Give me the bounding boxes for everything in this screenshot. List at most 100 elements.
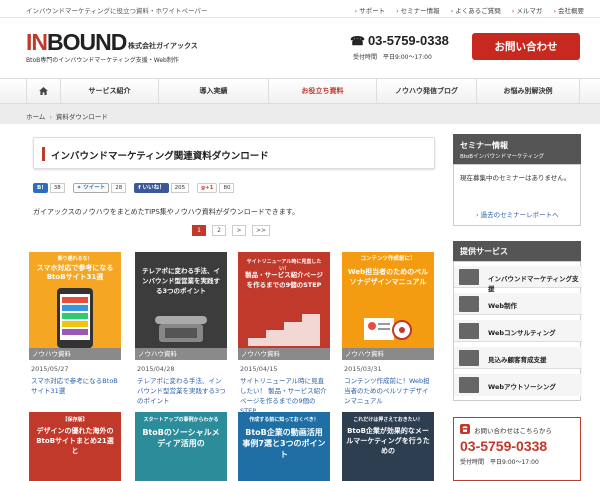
thumb-title: 製品・サービス紹介ページを作るまでの9個のSTEP bbox=[245, 271, 323, 289]
breadcrumb-sep: › bbox=[49, 113, 52, 121]
page-title: インバウンドマーケティング関連資料ダウンロード bbox=[51, 151, 269, 162]
top-link-seminar[interactable]: › セミナー情報 bbox=[396, 5, 440, 15]
site-tagline: インバウンドマーケティングに役立つ資料・ホワイトペーパー bbox=[26, 7, 208, 15]
top-link-label: 会社概要 bbox=[558, 7, 584, 15]
thumb-top: 作成する前に知っておくべき！ bbox=[249, 417, 319, 423]
nav-blog[interactable]: ノウハウ発信ブログ bbox=[376, 79, 476, 103]
thumb-title: BtoB企業が効果的なメールマーケティングを行うための bbox=[346, 427, 430, 455]
service-item[interactable]: Webコンサルティング bbox=[454, 320, 582, 342]
nav-resources[interactable]: お役立ち資料 bbox=[268, 79, 376, 103]
handshake-icon bbox=[459, 377, 479, 393]
thumb-top: 乗り遅れるな！ bbox=[57, 256, 93, 262]
card-title-link[interactable]: スマホ対応で参考になるBtoBサイト31選 bbox=[31, 376, 121, 396]
card-thumbnail[interactable]: 【保存版】 デザインの優れた海外のBtoBサイトまとめ21選と bbox=[29, 412, 121, 481]
card-date: 2015/05/27 bbox=[31, 365, 69, 373]
top-link-label: メルマガ bbox=[516, 7, 543, 15]
like-count: 205 bbox=[170, 183, 190, 193]
smartphone-icon bbox=[57, 288, 93, 348]
gplus-count: 80 bbox=[219, 183, 235, 193]
nav-cases[interactable]: 導入実績 bbox=[158, 79, 268, 103]
breadcrumb-home[interactable]: ホーム bbox=[26, 113, 45, 121]
logo-subtitle: BtoB専門のインバウンドマーケティング支援・Web制作 bbox=[26, 57, 179, 64]
thumb-title: BtoBのソーシャルメディア活用の bbox=[142, 428, 220, 448]
service-item[interactable]: 見込み顧客育成支援 bbox=[454, 347, 582, 369]
social-buttons: B! 38 ✦ ツイート 28 f いいね！ 205 g+1 80 bbox=[33, 183, 235, 193]
home-icon bbox=[39, 87, 48, 95]
arrow-icon: › bbox=[396, 7, 399, 15]
thumb-title: テレアポに変わる手法、インバウンド型営業を実践する3つのポイント bbox=[142, 267, 220, 295]
header-phone: ☎ 03-5759-0338 bbox=[350, 33, 449, 48]
phone-icon bbox=[460, 424, 470, 434]
service-heading: 提供サービス bbox=[460, 247, 508, 256]
thumb-top: 【保存版】 bbox=[62, 417, 88, 423]
page-title-box: インバウンドマーケティング関連資料ダウンロード bbox=[33, 137, 435, 169]
nav-home[interactable] bbox=[26, 79, 60, 103]
phone-icon: ☎ bbox=[350, 34, 365, 48]
category-badge: ノウハウ資料 bbox=[135, 348, 227, 360]
top-link-mailmag[interactable]: › メルマガ bbox=[512, 5, 543, 15]
card-thumbnail[interactable]: これだけは押さえておきたい！ BtoB企業が効果的なメールマーケティングを行うた… bbox=[342, 412, 434, 481]
contact-phone: 03-5759-0338 bbox=[460, 438, 548, 454]
page-2[interactable]: 2 bbox=[212, 225, 226, 236]
page-last[interactable]: >> bbox=[252, 225, 271, 236]
category-badge: ノウハウ資料 bbox=[238, 348, 330, 360]
service-label: Webコンサルティング bbox=[488, 329, 556, 337]
tweet-button[interactable]: ✦ ツイート bbox=[72, 183, 110, 193]
seminar-body: 現在募集中のセミナーはありません。 bbox=[460, 174, 571, 182]
card-thumbnail[interactable]: 乗り遅れるな！ スマホ対応で参考になるBtoBサイト31選 bbox=[29, 252, 121, 348]
steps-icon bbox=[248, 314, 320, 346]
hatena-count: 38 bbox=[49, 183, 65, 193]
lead-text: ガイアックスのノウハウをまとめたTIPS集やノウハウ資料がダウンロードできます。 bbox=[33, 208, 300, 216]
card-thumbnail[interactable]: サイトリニューアル時に見直したい！ 製品・サービス紹介ページを作るまでの9個のS… bbox=[238, 252, 330, 348]
global-nav: サービス紹介 導入実績 お役立ち資料 ノウハウ発信ブログ お悩み別解決例 bbox=[0, 78, 600, 104]
service-label: Webアウトソーシング bbox=[488, 383, 556, 391]
seminar-subheading: BtoBインバウンドマーケティング bbox=[460, 154, 545, 160]
like-button[interactable]: f いいね！ bbox=[134, 183, 169, 193]
monitor-icon bbox=[459, 323, 479, 339]
top-link-faq[interactable]: › よくあるご質問 bbox=[451, 5, 501, 15]
pagination: 1 2 > >> bbox=[192, 225, 271, 236]
seminar-report-link[interactable]: › 過去のセミナーレポートへ bbox=[476, 209, 559, 219]
category-badge: ノウハウ資料 bbox=[342, 348, 434, 360]
service-item[interactable]: インバウンドマーケティング支援 bbox=[454, 266, 582, 293]
seminar-link-label: 過去のセミナーレポートへ bbox=[480, 211, 559, 219]
service-item[interactable]: Web制作 bbox=[454, 293, 582, 315]
card-thumbnail[interactable]: コンテンツ作成前に！ Web担当者のためのペルソナデザインマニュアル bbox=[342, 252, 434, 348]
seminar-heading: セミナー情報 bbox=[460, 141, 508, 150]
service-item[interactable]: Webアウトソーシング bbox=[454, 374, 582, 396]
telephone-icon bbox=[155, 316, 207, 342]
page-1[interactable]: 1 bbox=[192, 225, 206, 236]
sidebar-contact[interactable]: お問い合わせはこちらから 03-5759-0338 受付時間 平日9:00〜17… bbox=[453, 417, 581, 481]
chart-icon bbox=[459, 269, 479, 285]
tools-icon bbox=[459, 296, 479, 312]
service-label: Web制作 bbox=[488, 302, 517, 310]
card-date: 2015/04/15 bbox=[240, 365, 278, 373]
thumb-title: Web担当者のためのペルソナデザインマニュアル bbox=[347, 268, 429, 286]
card-title-link[interactable]: サイトリニューアル時に見直したい！ 製品・サービス紹介ページを作るまでの9個のS… bbox=[240, 376, 330, 416]
contact-button[interactable]: お問い合わせ bbox=[472, 33, 580, 60]
arrow-icon: › bbox=[511, 7, 515, 15]
page-next[interactable]: > bbox=[232, 225, 246, 236]
site-logo[interactable]: INBOUND bbox=[26, 29, 127, 55]
gplus-button[interactable]: g+1 bbox=[197, 183, 218, 193]
top-link-support[interactable]: › サポート bbox=[354, 5, 385, 15]
breadcrumb: ホーム › 資料ダウンロード bbox=[26, 111, 108, 121]
card-thumbnail[interactable]: 作成する前に知っておくべき！ BtoB企業の動画活用事例7選と3つのポイント bbox=[238, 412, 330, 481]
people-icon bbox=[459, 350, 479, 366]
nav-services[interactable]: サービス紹介 bbox=[60, 79, 158, 103]
card-thumbnail[interactable]: テレアポに変わる手法、インバウンド型営業を実践する3つのポイント bbox=[135, 252, 227, 348]
logo-in: IN bbox=[26, 29, 48, 55]
top-link-label: よくあるご質問 bbox=[455, 7, 501, 15]
card-title-link[interactable]: コンテンツ作成前に！Web担当者のためのペルソナデザインマニュアル bbox=[344, 376, 434, 406]
hatena-button[interactable]: B! bbox=[33, 183, 48, 193]
service-label: 見込み顧客育成支援 bbox=[488, 356, 547, 364]
card-thumbnail[interactable]: スタートアップの事例からわかる BtoBのソーシャルメディア活用の bbox=[135, 412, 227, 481]
top-link-company[interactable]: › 会社概要 bbox=[553, 5, 584, 15]
breadcrumb-current: 資料ダウンロード bbox=[55, 113, 108, 121]
persona-icon bbox=[364, 318, 412, 340]
nav-solutions[interactable]: お悩み別解決例 bbox=[476, 79, 580, 103]
top-bar: インバウンドマーケティングに役立つ資料・ホワイトペーパー › サポート › セミナー… bbox=[0, 0, 600, 18]
card-title-link[interactable]: テレアポに変わる手法、インバウンド型営業を実践する3つのポイント bbox=[137, 376, 227, 406]
header-hours: 受付時間 平日9:00〜17:00 bbox=[353, 54, 432, 61]
facebook-icon: f bbox=[138, 185, 141, 191]
